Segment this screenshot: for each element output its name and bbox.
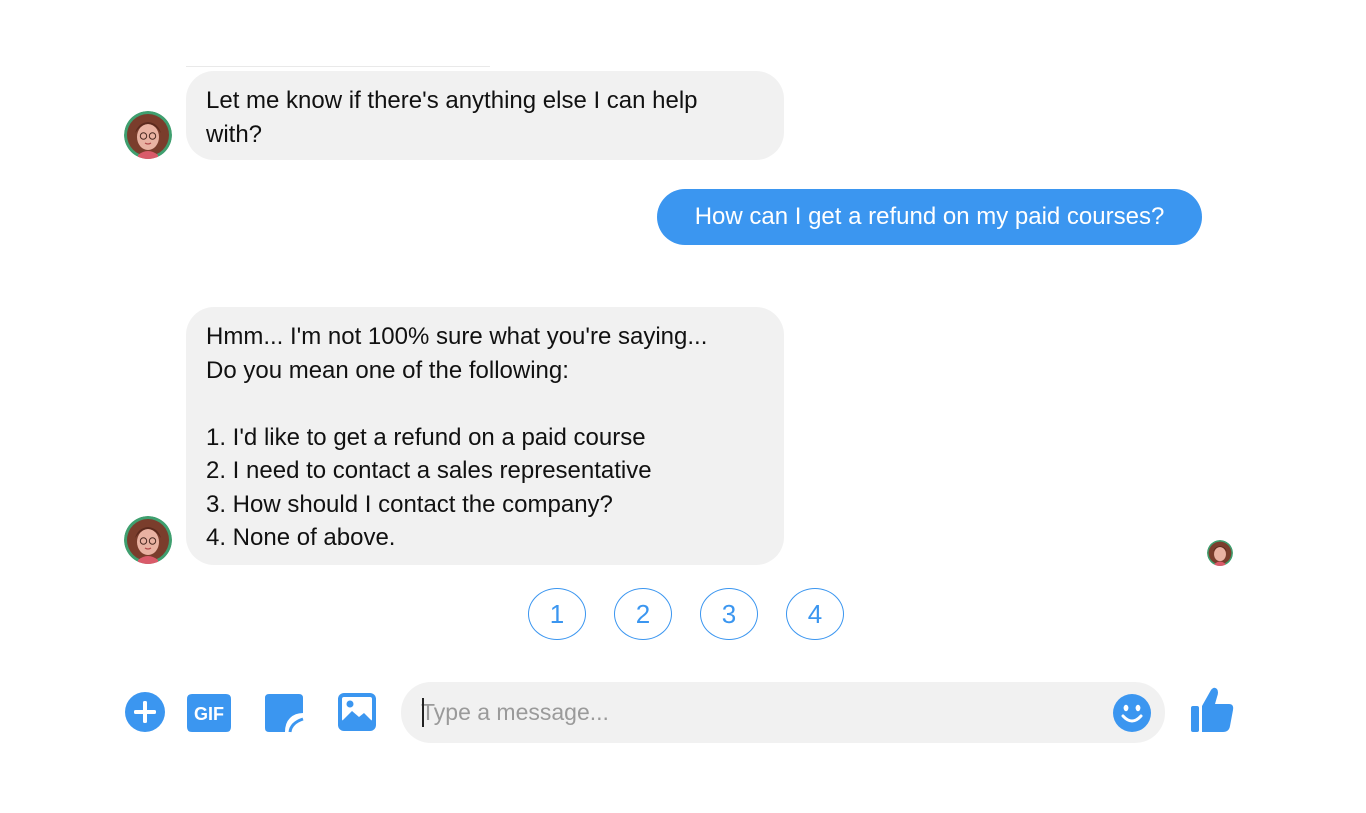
sticker-icon[interactable]	[264, 693, 304, 733]
quick-replies: 1 2 3 4	[528, 588, 844, 640]
bot-avatar	[124, 111, 172, 159]
user-message-bubble: How can I get a refund on my paid course…	[657, 189, 1202, 245]
emoji-icon[interactable]	[1112, 693, 1152, 733]
plus-circle-icon[interactable]	[124, 691, 166, 733]
gif-label: GIF	[194, 704, 224, 724]
bot-message-bubble: Let me know if there's anything else I c…	[186, 71, 784, 160]
quick-reply-2-button[interactable]: 2	[614, 588, 672, 640]
quick-reply-3-button[interactable]: 3	[700, 588, 758, 640]
bot-message-bubble: Hmm... I'm not 100% sure what you're say…	[186, 307, 784, 565]
divider	[186, 66, 490, 67]
message-input[interactable]	[421, 692, 1081, 733]
read-receipt-avatar	[1207, 540, 1233, 566]
chat-window: Let me know if there's anything else I c…	[0, 0, 1366, 813]
thumbs-up-icon[interactable]	[1189, 686, 1235, 734]
quick-reply-4-button[interactable]: 4	[786, 588, 844, 640]
image-icon[interactable]	[337, 692, 377, 732]
bot-avatar	[124, 516, 172, 564]
quick-reply-1-button[interactable]: 1	[528, 588, 586, 640]
text-caret	[422, 698, 424, 727]
message-input-container	[401, 682, 1165, 743]
gif-icon[interactable]: GIF	[186, 693, 232, 733]
